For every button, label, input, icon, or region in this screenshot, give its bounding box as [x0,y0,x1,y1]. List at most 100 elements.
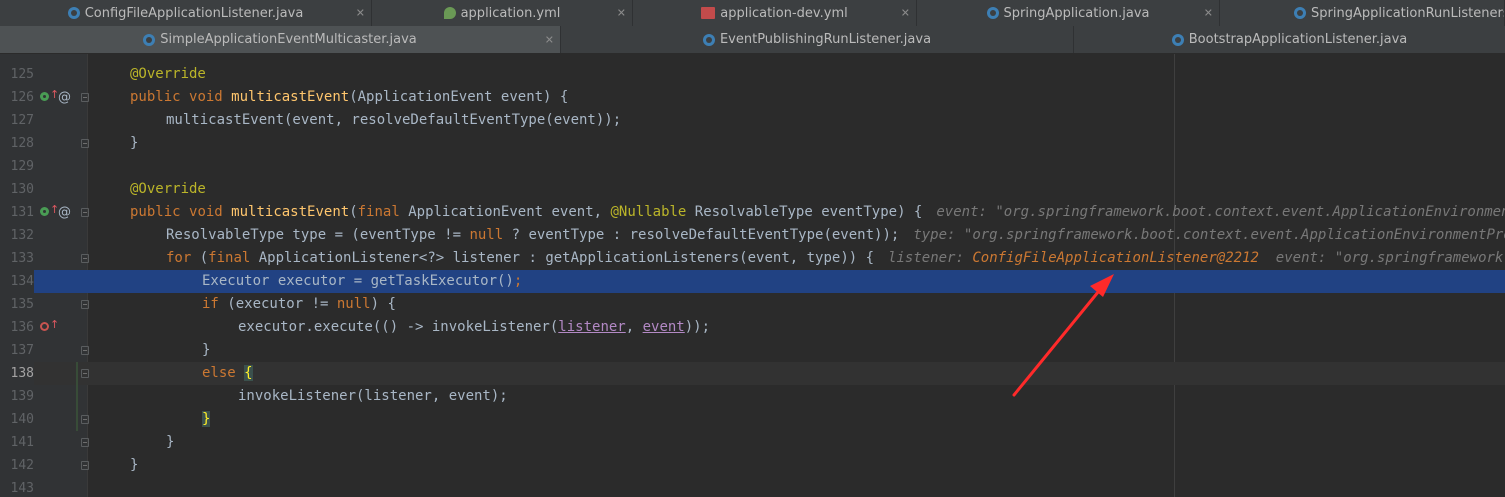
close-icon[interactable]: ✕ [356,7,365,20]
java-class-icon [67,7,80,19]
line-number: 134 [0,270,34,293]
java-class-icon [702,33,715,46]
close-icon[interactable]: ✕ [617,7,626,20]
line-number: 130 [10,182,34,197]
breakpoint-icon[interactable] [40,322,49,331]
code-line: 140 } [0,408,1505,431]
overrides-arrow-icon[interactable]: ↑ [50,319,59,331]
code-line: 137 } [0,339,1505,362]
annotation-marker-icon[interactable]: @ [58,86,71,109]
fold-toggle-icon[interactable] [81,208,89,217]
code-line: 132 ResolvableType type = (eventType != … [0,224,1505,247]
line-number: 140 [10,412,34,427]
tab-spring-application[interactable]: SpringApplication.java ✕ [917,0,1220,26]
code-text: } [130,135,139,151]
line-number: 124 [0,54,34,61]
line-number: 135 [10,297,34,312]
code-text: Executor executor = getTaskExecutor(); [202,273,523,289]
java-class-icon [1294,7,1306,19]
code-text: } [202,342,211,358]
code-text: } [130,457,139,473]
execution-point-line: 134 Executor executor = getTaskExecutor(… [0,270,1505,293]
tab-bootstrap-application-listener[interactable]: BootstrapApplicationListener.java [1074,26,1505,53]
code-text: else { [202,365,253,381]
line-number: 128 [10,136,34,151]
line-number: 133 [10,251,34,266]
code-line: 136 ↑ executor.execute(() -> invokeListe… [0,316,1505,339]
implements-method-icon[interactable] [40,92,49,101]
annotation-marker-icon[interactable]: @ [58,201,71,224]
line-number: 132 [10,228,34,243]
implements-method-icon[interactable] [40,207,49,216]
fold-toggle-icon[interactable] [81,461,89,470]
code-line: 131 ↑ @ public void multicastEvent(final… [0,201,1505,224]
code-line: 135 if (executor != null) { [0,293,1505,316]
code-line: 126 ↑ @ public void multicastEvent(Appli… [0,86,1505,109]
fold-toggle-icon[interactable] [81,93,89,102]
line-number: 126 [10,90,34,105]
fold-toggle-icon[interactable] [81,139,89,148]
line-number: 138 [0,362,34,385]
code-line: 130 @Override [0,178,1505,201]
tab-application-yml[interactable]: application.yml ✕ [372,0,633,26]
yml-file-icon [701,7,716,19]
line-number: 136 [10,320,34,335]
java-class-icon [1171,33,1184,46]
inline-debug-value: listener: ConfigFileApplicationListener@… [888,250,1505,266]
code-line: 139 invokeListener(listener, event); [0,385,1505,408]
editor-tabs-row-1: ConfigFileApplicationListener.java ✕ app… [0,0,1505,27]
fold-toggle-icon[interactable] [81,254,89,263]
tab-event-publishing-run-listener[interactable]: EventPublishingRunListener.java [561,26,1074,53]
tab-spring-application-run-listeners[interactable]: SpringApplicationRunListeners.java [1220,0,1505,26]
code-line: 129 [0,155,1505,178]
code-text: @Override [130,66,206,82]
fold-toggle-icon[interactable] [81,369,89,378]
fold-toggle-icon[interactable] [81,300,89,309]
tab-label: EventPublishingRunListener.java [719,32,932,47]
code-text: public void multicastEvent(ApplicationEv… [130,89,569,105]
fold-toggle-icon[interactable] [81,415,89,424]
tab-label: SimpleApplicationEventMulticaster.java [160,32,417,47]
code-line: 143 [0,477,1505,497]
code-line: 125 @Override [0,63,1505,86]
code-line: 133 for (final ApplicationListener<?> li… [0,247,1505,270]
fold-toggle-icon[interactable] [81,346,89,355]
tab-config-file-application-listener[interactable]: ConfigFileApplicationListener.java ✕ [0,0,372,26]
code-line: 141 } [0,431,1505,454]
inline-debug-value: type: "org.springframework.boot.context.… [913,227,1505,243]
code-text: } [166,434,175,450]
close-icon[interactable]: ✕ [545,33,554,46]
line-number: 142 [10,458,34,473]
code-text: multicastEvent(event, resolveDefaultEven… [166,112,622,128]
tab-label: application-dev.yml [720,5,848,21]
tab-application-dev-yml[interactable]: application-dev.yml ✕ [633,0,917,26]
spring-config-icon [443,7,456,19]
line-number: 141 [10,435,34,450]
line-number: 137 [10,343,34,358]
tab-label: ConfigFileApplicationListener.java [84,5,304,21]
code-line: 128 } [0,132,1505,155]
inline-debug-value: event: "org.springframework.boot.context… [936,204,1505,220]
vcs-change-marker[interactable] [76,362,78,431]
java-class-icon [986,7,999,19]
code-editor[interactable]: 124 125 @Override 126 ↑ @ public void mu… [0,54,1505,497]
code-line: 124 [0,54,1505,61]
java-class-icon [143,33,156,46]
tab-label: SpringApplicationRunListeners.java [1311,5,1504,21]
tab-simple-application-event-multicaster[interactable]: SimpleApplicationEventMulticaster.java ✕ [0,26,561,53]
line-number: 127 [10,113,34,128]
code-text: ResolvableType type = (eventType != null… [166,224,1505,247]
line-number: 129 [10,159,34,174]
line-number: 139 [10,389,34,404]
tab-label: SpringApplication.java [1003,5,1150,21]
close-icon[interactable]: ✕ [901,7,910,20]
code-text: public void multicastEvent(final Applica… [130,201,1505,224]
fold-toggle-icon[interactable] [81,438,89,447]
code-line: 142 } [0,454,1505,477]
tab-label: BootstrapApplicationListener.java [1188,32,1408,47]
close-icon[interactable]: ✕ [1204,7,1213,20]
code-text: invokeListener(listener, event); [238,388,508,404]
code-text: @Override [130,181,206,197]
code-text: executor.execute(() -> invokeListener(li… [238,319,711,335]
code-line: 127 multicastEvent(event, resolveDefault… [0,109,1505,132]
